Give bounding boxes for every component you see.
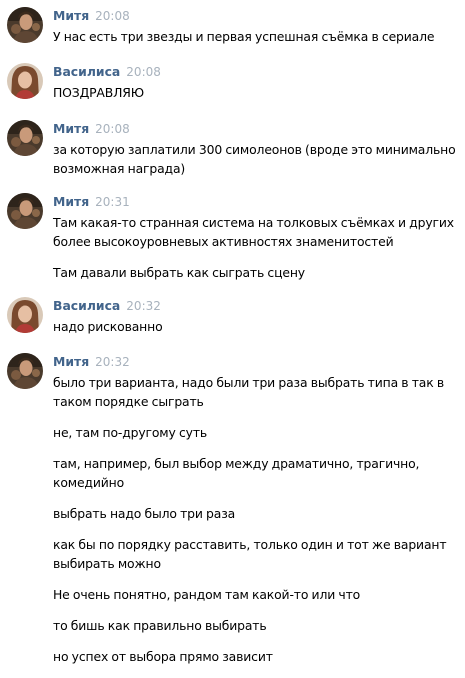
- message-text: за которую заплатили 300 симолеонов (вро…: [53, 142, 456, 176]
- message-text: Там давали выбрать как сыграть сцену: [53, 265, 305, 280]
- message-body: ПОЗДРАВЛЯЮ: [53, 83, 459, 114]
- message-time[interactable]: 20:32: [95, 355, 130, 369]
- message-text: ПОЗДРАВЛЯЮ: [53, 85, 144, 100]
- message-text: было три варианта, надо были три раза вы…: [53, 375, 445, 409]
- message-header: Митя 20:31: [53, 193, 130, 209]
- message-text: надо рискованно: [53, 319, 163, 334]
- message-time[interactable]: 20:08: [95, 122, 130, 136]
- message-text: но успех от выбора прямо зависит: [53, 649, 273, 664]
- message-text: не, там по-другому суть: [53, 425, 208, 440]
- author-name[interactable]: Митя: [53, 194, 89, 209]
- message-text: У нас есть три звезды и первая успешная …: [53, 29, 435, 44]
- message-time[interactable]: 20:31: [95, 195, 130, 209]
- message-text: то бишь как правильно выбирать: [53, 618, 267, 633]
- author-name[interactable]: Митя: [53, 354, 89, 369]
- message-body: Там какая-то странная система на толковы…: [53, 213, 459, 294]
- author-name[interactable]: Василиса: [53, 64, 120, 79]
- message-text: как бы по порядку расставить, только оди…: [53, 537, 447, 571]
- message-text: там, например, был выбор между драматичн…: [53, 456, 420, 490]
- message-header: Митя 20:08: [53, 7, 130, 23]
- male-avatar[interactable]: [7, 193, 43, 229]
- message-text: выбрать надо было три раза: [53, 506, 236, 521]
- message-header: Митя 20:32: [53, 353, 130, 369]
- message-header: Митя 20:08: [53, 120, 130, 136]
- message-body: У нас есть три звезды и первая успешная …: [53, 27, 459, 58]
- author-name[interactable]: Митя: [53, 121, 89, 136]
- message-header: Василиса 20:32: [53, 297, 161, 313]
- female-avatar[interactable]: [7, 297, 43, 333]
- author-name[interactable]: Василиса: [53, 298, 120, 313]
- message-header: Василиса 20:08: [53, 63, 161, 79]
- female-avatar[interactable]: [7, 63, 43, 99]
- message-time[interactable]: 20:08: [126, 65, 161, 79]
- male-avatar[interactable]: [7, 120, 43, 156]
- message-text: Не очень понятно, рандом там какой-то ил…: [53, 587, 361, 602]
- message-body: за которую заплатили 300 симолеонов (вро…: [53, 140, 459, 190]
- message-body: было три варианта, надо были три раза вы…: [53, 373, 459, 678]
- message-time[interactable]: 20:32: [126, 299, 161, 313]
- message-text: Там какая-то странная система на толковы…: [53, 215, 454, 249]
- message-time[interactable]: 20:08: [95, 9, 130, 23]
- message-feed: Митя 20:08 У нас есть три звезды и первая…: [0, 0, 465, 664]
- male-avatar[interactable]: [7, 353, 43, 389]
- male-avatar[interactable]: [7, 7, 43, 43]
- message-body: надо рискованно: [53, 317, 459, 348]
- author-name[interactable]: Митя: [53, 8, 89, 23]
